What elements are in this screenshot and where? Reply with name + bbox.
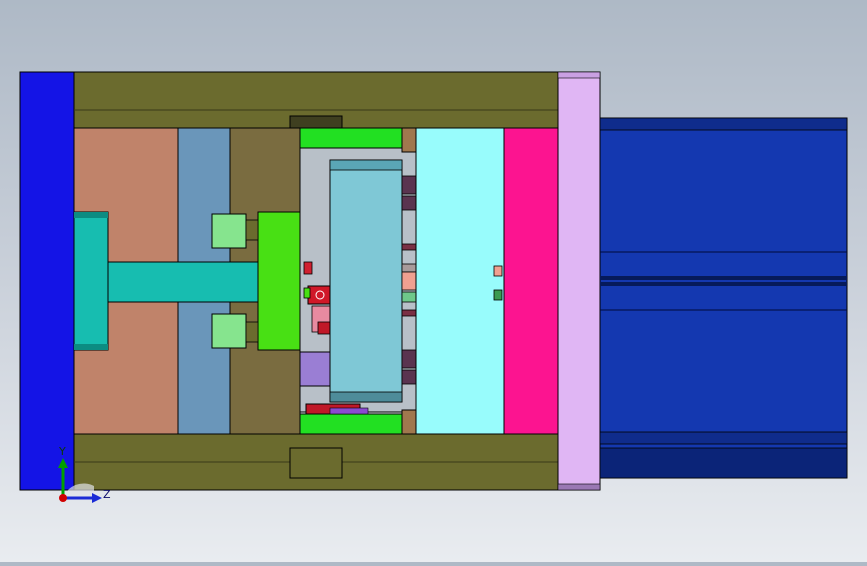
cavity-block xyxy=(329,159,403,403)
support-pad-upper xyxy=(211,213,247,249)
moving-platen xyxy=(557,71,601,491)
mold-assembly-drawing: Y Z xyxy=(19,71,848,503)
sprue-bushing-stem xyxy=(107,261,265,303)
y-axis-label: Y xyxy=(58,445,66,458)
z-axis-label: Z xyxy=(103,488,111,501)
guide-pin-bottom xyxy=(299,413,405,435)
tie-bar-nut-bottom xyxy=(289,447,343,479)
tie-bar-nut-top xyxy=(289,115,343,129)
moving-mold-plate xyxy=(415,127,505,435)
sprue-bushing-head xyxy=(73,211,109,351)
support-pad-lower xyxy=(211,313,247,349)
insert-purple xyxy=(299,351,331,387)
cad-viewport[interactable]: Y Z xyxy=(0,0,867,562)
clamp-cylinder xyxy=(599,117,848,479)
ejector-plate-magenta xyxy=(503,127,559,435)
fixed-platen xyxy=(19,71,75,491)
guide-pin-top xyxy=(299,127,405,149)
insert-red-small xyxy=(303,261,313,275)
origin-point xyxy=(59,494,67,502)
